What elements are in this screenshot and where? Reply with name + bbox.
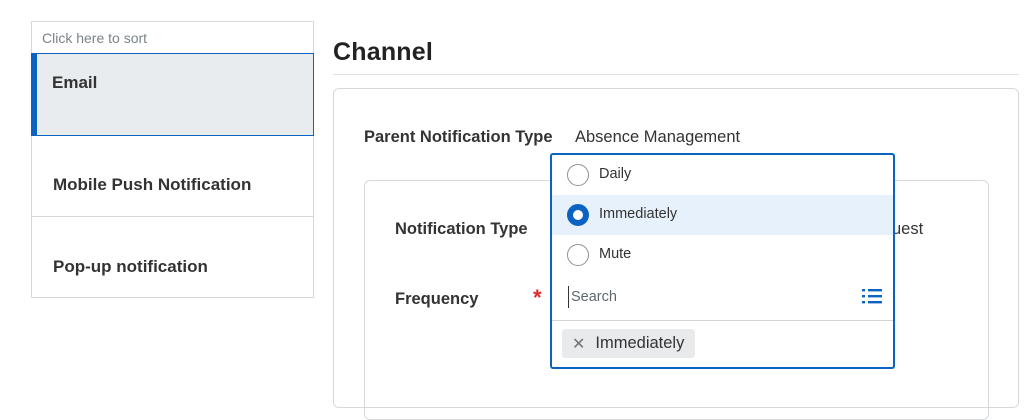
channel-item-label: Pop-up notification xyxy=(53,257,208,276)
option-label: Immediately xyxy=(599,206,678,222)
channel-item-label: Email xyxy=(52,73,98,92)
parent-notification-type-label: Parent Notification Type xyxy=(364,128,553,146)
selected-pill: ✕ Immediately xyxy=(562,329,696,358)
page-title: Channel xyxy=(333,38,434,66)
parent-notification-type-value: Absence Management xyxy=(575,128,741,146)
radio-unchecked-icon[interactable] xyxy=(567,164,589,186)
option-daily[interactable]: Daily xyxy=(552,155,893,195)
required-marker: * xyxy=(533,285,542,310)
list-icon[interactable] xyxy=(861,287,883,305)
pill-label: Immediately xyxy=(595,334,685,352)
option-immediately[interactable]: Immediately xyxy=(552,195,893,235)
channel-list: Click here to sort Email Mobile Push Not… xyxy=(31,21,314,298)
option-mute[interactable]: Mute xyxy=(552,235,893,275)
channel-item-label: Mobile Push Notification xyxy=(53,175,252,194)
channel-item-mobile-push[interactable]: Mobile Push Notification xyxy=(32,135,313,217)
close-icon[interactable]: ✕ xyxy=(572,334,585,354)
notification-type-label: Notification Type xyxy=(395,220,528,238)
frequency-options-popup: Daily Immediately Mute xyxy=(550,153,895,275)
channel-item-popup[interactable]: Pop-up notification xyxy=(32,217,313,298)
notification-type-value: uest xyxy=(892,220,924,238)
title-divider xyxy=(333,74,1019,75)
option-label: Daily xyxy=(599,166,632,182)
search-input[interactable] xyxy=(568,286,831,308)
channel-item-email[interactable]: Email xyxy=(31,53,314,136)
option-label: Mute xyxy=(599,246,632,262)
radio-unchecked-icon[interactable] xyxy=(567,244,589,266)
radio-checked-icon[interactable] xyxy=(567,204,589,226)
search-row xyxy=(552,274,893,321)
frequency-multiselect: ✕ Immediately xyxy=(550,274,895,369)
frequency-label: Frequency xyxy=(395,290,479,308)
sort-hint[interactable]: Click here to sort xyxy=(32,22,313,54)
